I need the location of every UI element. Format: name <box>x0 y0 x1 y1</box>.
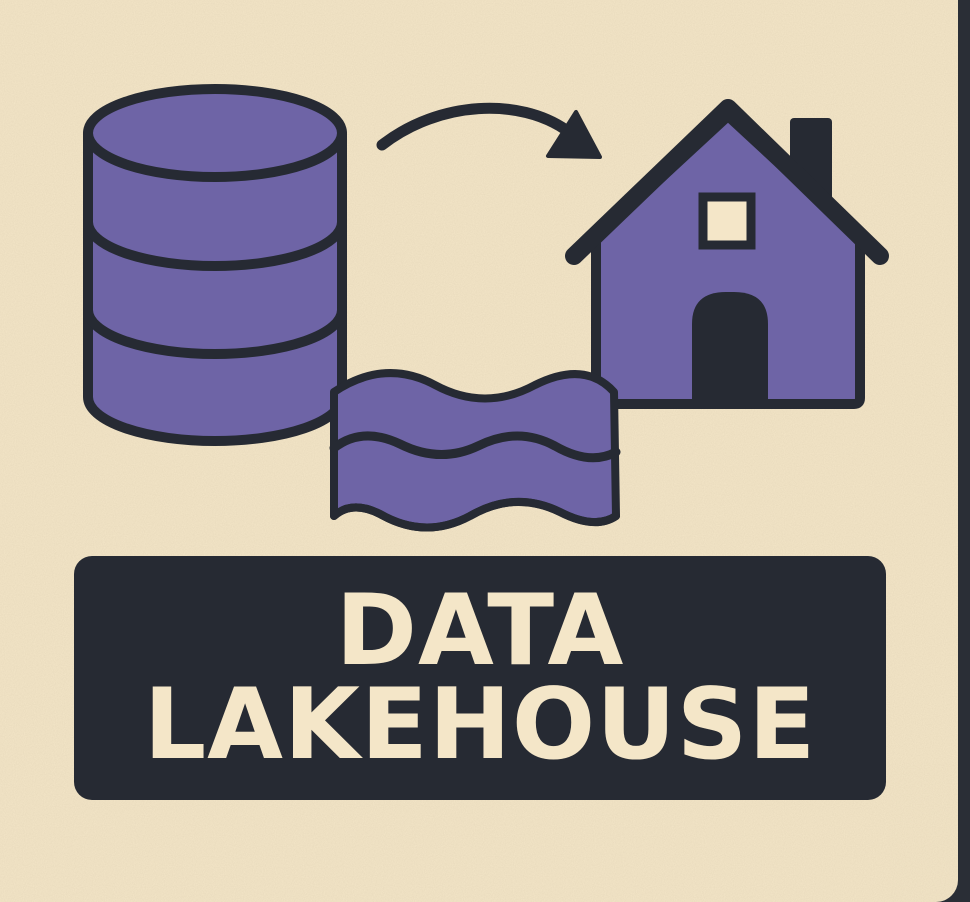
database-icon <box>83 84 347 446</box>
title-line-2: LAKEHOUSE <box>143 668 817 782</box>
house-icon <box>565 99 889 409</box>
title-line-1: DATA <box>335 574 625 688</box>
arrow-icon <box>376 102 602 159</box>
logo-card: DATA LAKEHOUSE <box>0 0 958 902</box>
lake-waves-icon <box>329 369 621 532</box>
title-banner: DATA LAKEHOUSE <box>74 556 886 800</box>
